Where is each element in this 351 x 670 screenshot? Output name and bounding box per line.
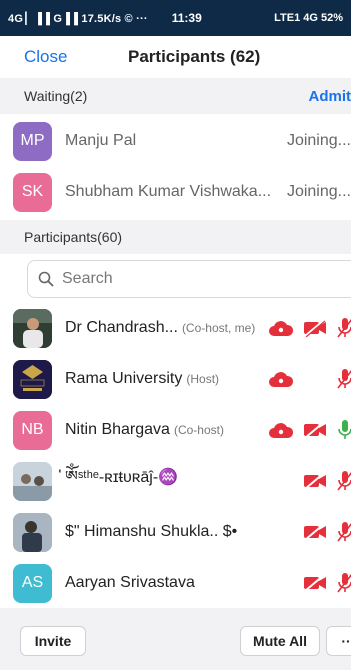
participant-name: Rama University (Host) xyxy=(65,370,220,387)
cloud-recording-icon xyxy=(269,321,294,336)
participant-row[interactable]: NB Nitin Bhargava (Co-host) xyxy=(0,407,351,453)
avatar: NB xyxy=(13,410,52,450)
mic-muted-icon[interactable] xyxy=(337,521,351,543)
video-off-icon[interactable] xyxy=(303,523,327,541)
participants-label: Participants(60) xyxy=(24,229,123,245)
participant-row[interactable]: AS Aaryan Srivastava xyxy=(0,560,351,606)
status-bar: 4G ▏▐▐ G▐▐ 17.5K/s © ··· 11:39 LTE1 4G 5… xyxy=(0,0,351,36)
participant-row[interactable]: Dr Chandrash... (Co-host, me) xyxy=(0,305,351,351)
participant-row[interactable]: $" Himanshu Shukla.. $• xyxy=(0,509,351,555)
joining-status: Joining... xyxy=(286,132,351,149)
avatar: MP xyxy=(13,121,52,161)
participant-row[interactable]: ່ༀˢᵗʰᵉ-ʀɪŧᴜʀāĵ-♒ xyxy=(0,458,351,504)
search-input[interactable]: Search xyxy=(27,260,351,298)
participant-name: Dr Chandrash... (Co-host, me) xyxy=(65,319,256,336)
video-off-icon[interactable] xyxy=(303,319,327,337)
search-placeholder: Search xyxy=(62,270,113,287)
cloud-recording-icon xyxy=(269,423,294,438)
avatar xyxy=(13,359,52,399)
participant-row[interactable]: Rama University (Host) xyxy=(0,356,351,402)
avatar: AS xyxy=(13,563,52,603)
mute-all-button[interactable]: Mute All xyxy=(240,626,320,656)
participant-role: (Co-host, me) xyxy=(181,321,256,335)
video-off-icon[interactable] xyxy=(303,472,327,490)
waiting-row[interactable]: MP Manju Pal Joining... xyxy=(0,118,351,164)
bottom-action-bar: Invite Mute All ·· xyxy=(0,608,351,670)
waiting-row[interactable]: SK Shubham Kumar Vishwaka... Joining... xyxy=(0,169,351,215)
mic-muted-icon[interactable] xyxy=(337,317,351,339)
close-button[interactable]: Close xyxy=(24,47,67,67)
status-network: 4G ▏▐▐ G▐▐ 17.5K/s © ··· xyxy=(8,12,148,25)
participant-name: Aaryan Srivastava xyxy=(65,574,195,591)
mic-on-icon[interactable] xyxy=(338,419,351,441)
status-battery: LTE1 4G 52% xyxy=(274,12,343,24)
participant-name: ່ༀˢᵗʰᵉ-ʀɪŧᴜʀāĵ-♒ xyxy=(65,468,179,486)
cloud-recording-icon xyxy=(269,372,294,387)
participant-role: (Host) xyxy=(186,372,220,386)
waiting-name: Shubham Kumar Vishwaka... xyxy=(65,183,272,200)
avatar-photo xyxy=(13,512,52,552)
avatar xyxy=(13,308,52,348)
page-title: Participants (62) xyxy=(128,47,261,66)
participants-section-header: Participants(60) xyxy=(0,220,351,254)
waiting-name: Manju Pal xyxy=(65,132,137,149)
avatar xyxy=(13,461,52,501)
waiting-label: Waiting(2) xyxy=(24,88,88,104)
search-icon xyxy=(38,271,54,287)
avatar xyxy=(13,512,52,552)
rama-university-logo-icon xyxy=(13,359,52,399)
waiting-section-header: Waiting(2) Admit xyxy=(0,78,351,114)
avatar-photo xyxy=(13,461,52,501)
joining-status: Joining... xyxy=(286,183,351,200)
video-off-icon[interactable] xyxy=(303,574,327,592)
more-button[interactable]: ·· xyxy=(326,626,351,656)
mic-muted-icon[interactable] xyxy=(337,368,351,390)
mic-muted-icon[interactable] xyxy=(337,470,351,492)
status-time: 11:39 xyxy=(171,11,202,25)
participant-name: $" Himanshu Shukla.. $• xyxy=(65,523,238,540)
avatar: SK xyxy=(13,172,52,212)
video-off-icon[interactable] xyxy=(303,421,327,439)
participant-role: (Co-host) xyxy=(173,423,224,437)
avatar-photo xyxy=(13,308,52,348)
header: Close Participants (62) xyxy=(0,36,351,78)
mic-muted-icon[interactable] xyxy=(337,572,351,594)
admit-all-button[interactable]: Admit xyxy=(309,88,351,105)
invite-button[interactable]: Invite xyxy=(20,626,86,656)
participant-name: Nitin Bhargava (Co-host) xyxy=(65,421,224,438)
